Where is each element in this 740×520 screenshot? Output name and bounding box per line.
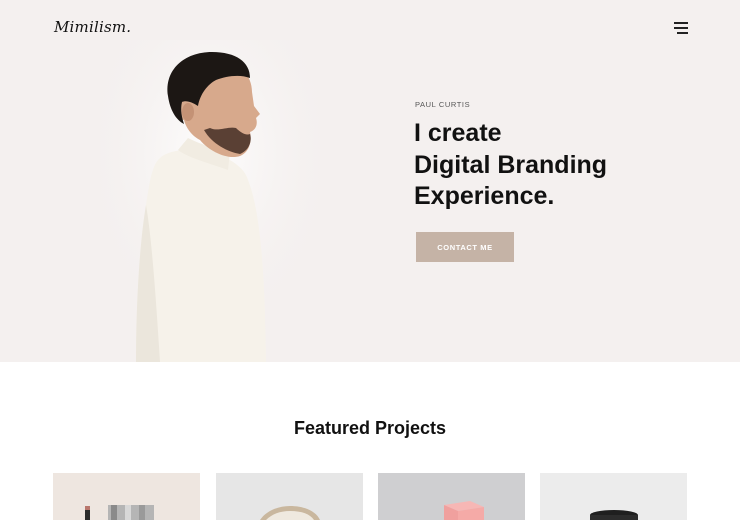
- hero-section: Mimilism. PAUL CURTIS I create Digital B…: [0, 0, 740, 362]
- cosmetics-product-image: [53, 473, 200, 520]
- site-logo[interactable]: Mimilism.: [54, 18, 131, 36]
- featured-projects-title: Featured Projects: [293, 418, 447, 438]
- project-card-cosmetics[interactable]: [53, 473, 200, 520]
- pink-box-product-image: [378, 473, 525, 520]
- hero-headline-line: Experience.: [414, 182, 555, 210]
- hero-headline: I create Digital Branding Experience.: [414, 118, 607, 213]
- hero-headline-line: Digital Branding: [414, 150, 608, 179]
- project-card-bowl[interactable]: [216, 473, 363, 520]
- portrait-image: [100, 40, 320, 362]
- contact-me-button[interactable]: CONTACT ME: [416, 232, 514, 262]
- hamburger-menu-icon[interactable]: [672, 22, 688, 34]
- project-card-pink-box[interactable]: [378, 473, 525, 520]
- bowl-product-image: [216, 473, 363, 520]
- dark-jar-product-image: [540, 473, 687, 520]
- hero-headline-line: I create: [414, 119, 502, 147]
- project-card-dark-jar[interactable]: [540, 473, 687, 520]
- hero-eyebrow-name: PAUL CURTIS: [415, 100, 471, 109]
